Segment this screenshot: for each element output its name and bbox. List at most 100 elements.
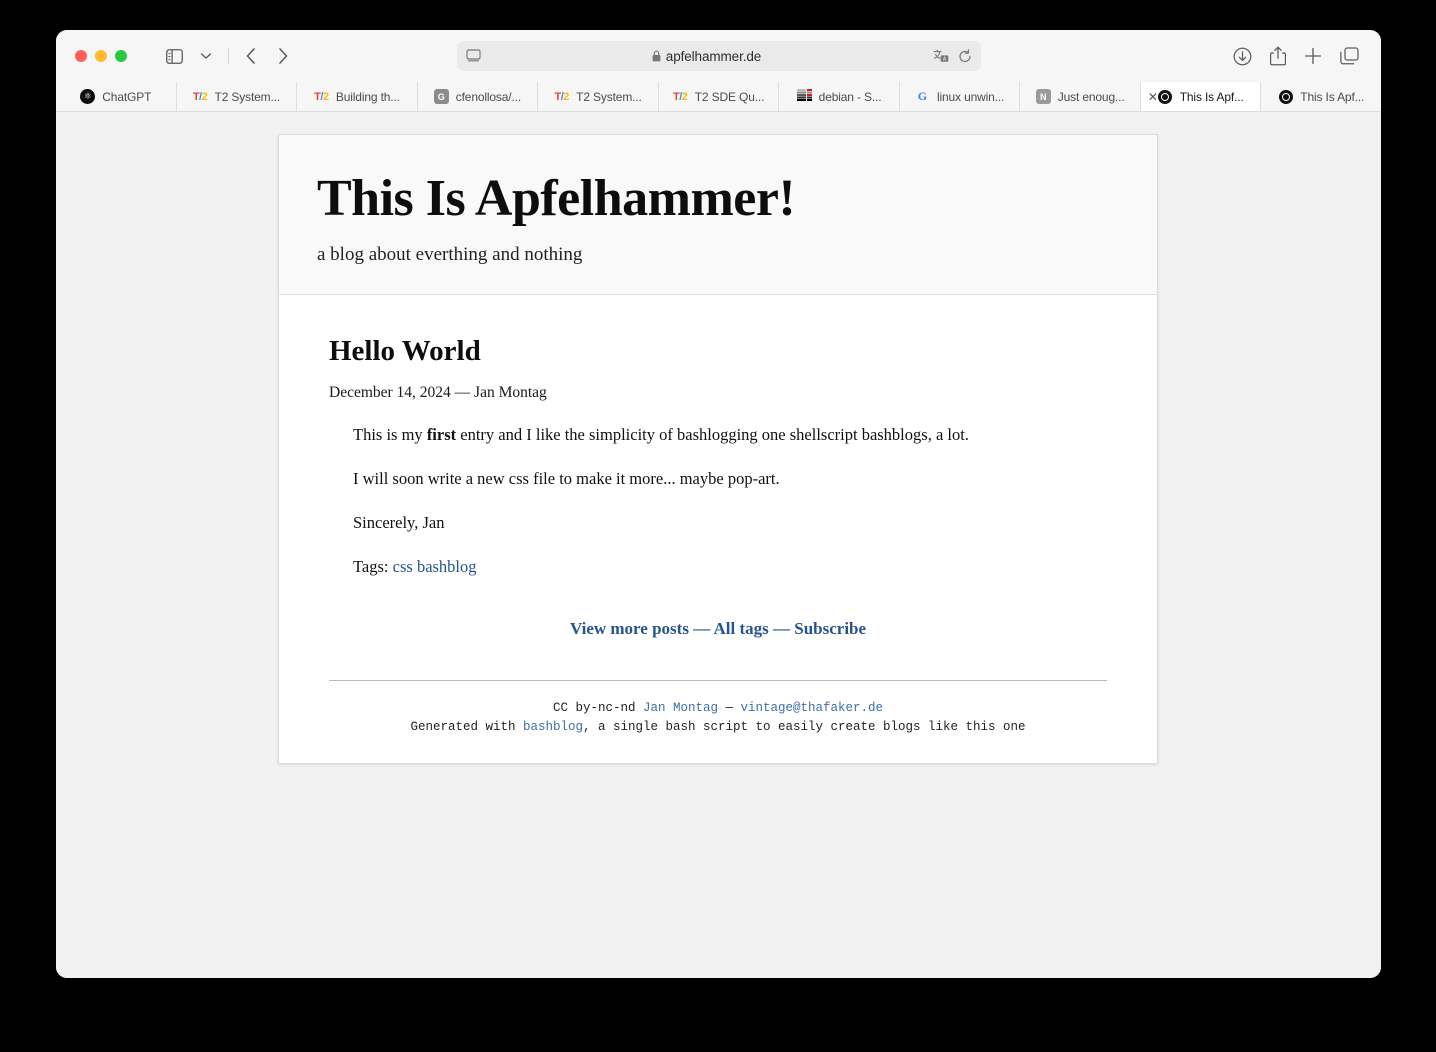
- tag-link-bashblog[interactable]: bashblog: [417, 557, 477, 576]
- page-viewport: This Is Apfelhammer! a blog about everth…: [56, 112, 1381, 978]
- blog-body: Hello World December 14, 2024 — Jan Mont…: [279, 295, 1157, 764]
- blog-footer: CC by-nc-nd Jan Montag — vintage@thafake…: [327, 681, 1109, 764]
- para1-post: entry and I like the simplicity of bashl…: [456, 424, 969, 444]
- tab-title: Just enoug...: [1057, 89, 1125, 104]
- browser-tab[interactable]: debian - S...: [779, 82, 900, 111]
- browser-tab[interactable]: This Is Apf...: [1261, 82, 1381, 111]
- back-button[interactable]: [236, 42, 266, 70]
- window-controls: [75, 50, 127, 62]
- tab-title: cfenollosa/...: [455, 89, 522, 104]
- forward-arrow-icon: [279, 48, 288, 64]
- tag-link-css[interactable]: css: [393, 557, 413, 576]
- url-display[interactable]: apfelhammer.de: [481, 49, 933, 64]
- tab-title: T2 System...: [214, 89, 281, 104]
- address-bar[interactable]: apfelhammer.de A: [456, 41, 981, 71]
- browser-tab[interactable]: Gcfenollosa/...: [418, 82, 539, 111]
- reader-view-icon: [465, 49, 481, 62]
- toolbar-divider: [228, 48, 229, 64]
- notion-favicon-icon: N: [1035, 89, 1051, 104]
- download-icon: [1233, 47, 1252, 65]
- t2-favicon-icon: T/2: [192, 90, 208, 103]
- sidebar-toggle-button[interactable]: [159, 42, 189, 70]
- browser-tab[interactable]: T/2 T2 SDE Qu...: [659, 82, 780, 111]
- tab-close-button[interactable]: ✕: [1148, 91, 1158, 103]
- post-tags: Tags: css bashblog: [353, 556, 1109, 578]
- apfelhammer-favicon-icon: [1158, 89, 1173, 104]
- browser-tab[interactable]: N Just enoug...: [1020, 82, 1141, 111]
- github-favicon-icon: G: [433, 89, 449, 104]
- browser-tab[interactable]: T/2 T2 System...: [538, 82, 659, 111]
- subscribe-link[interactable]: Subscribe: [794, 619, 866, 638]
- forward-button[interactable]: [268, 42, 298, 70]
- footer-dash: —: [717, 700, 741, 715]
- navigation-controls: [159, 42, 298, 70]
- post-paragraph-2: I will soon write a new css file to make…: [353, 468, 780, 488]
- tab-title: T2 SDE Qu...: [694, 89, 765, 104]
- sidebar-options-button[interactable]: [191, 42, 221, 70]
- post-navigation: View more posts — All tags — Subscribe: [327, 619, 1109, 639]
- blog-subtitle: a blog about everthing and nothing: [317, 243, 583, 265]
- translate-button[interactable]: A: [932, 49, 949, 63]
- toolbar-actions: [1233, 46, 1359, 66]
- tab-title: debian - S...: [818, 89, 882, 104]
- maximize-window-button[interactable]: [115, 50, 127, 62]
- url-text: apfelhammer.de: [665, 48, 762, 64]
- footer-generated-post: , a single bash script to easily create …: [582, 720, 1026, 735]
- blog-title: This Is Apfelhammer!: [317, 170, 796, 227]
- t2-favicon-icon: T/2: [554, 90, 569, 103]
- share-button[interactable]: [1270, 46, 1286, 66]
- minimize-window-button[interactable]: [95, 50, 107, 62]
- nav-separator-2: —: [768, 618, 795, 638]
- address-bar-actions: A: [932, 48, 972, 64]
- browser-tab[interactable]: ⚛ ChatGPT: [56, 82, 177, 111]
- google-favicon-icon: G: [917, 89, 928, 103]
- reader-view-button[interactable]: [465, 49, 481, 63]
- blog-header: This Is Apfelhammer! a blog about everth…: [279, 135, 1157, 295]
- footer-email-link[interactable]: vintage@thafaker.de: [741, 701, 884, 715]
- tab-title: This Is Apf...: [1300, 89, 1365, 104]
- nav-separator-1: —: [688, 618, 714, 638]
- tab-title: T2 System...: [576, 89, 642, 104]
- lock-icon: [652, 50, 661, 62]
- para1-bold: first: [426, 424, 457, 444]
- chatgpt-favicon-icon: ⚛: [80, 89, 96, 104]
- tags-label: Tags:: [353, 557, 393, 577]
- downloads-button[interactable]: [1233, 47, 1252, 66]
- bashblog-link[interactable]: bashblog: [523, 720, 583, 734]
- tab-overview-button[interactable]: [1340, 47, 1359, 65]
- footer-license: CC by-nc-nd: [552, 700, 643, 715]
- t2-favicon-icon: T/2: [673, 90, 688, 103]
- t2-favicon-icon: T/2: [314, 90, 329, 103]
- reload-button[interactable]: [958, 48, 972, 64]
- footer-generated-line: Generated with bashblog, a single bash s…: [327, 718, 1109, 737]
- new-tab-button[interactable]: [1304, 47, 1322, 65]
- post-meta: December 14, 2024 — Jan Montag: [329, 383, 547, 401]
- sidebar-icon: [165, 48, 183, 64]
- post-paragraph-3: Sincerely, Jan: [353, 513, 445, 533]
- share-icon: [1270, 46, 1286, 66]
- plus-icon: [1304, 47, 1322, 65]
- browser-window: apfelhammer.de A ⚛ ChatGPT T / 2 T2 Syst…: [56, 30, 1381, 978]
- tab-title: Building th...: [335, 89, 400, 104]
- browser-tab[interactable]: ✕ This Is Apf...: [1140, 82, 1262, 111]
- all-tags-link[interactable]: All tags: [714, 619, 769, 638]
- view-more-posts-link[interactable]: View more posts: [570, 619, 689, 638]
- para1-pre: This is my: [353, 424, 427, 444]
- tab-overview-icon: [1340, 47, 1359, 65]
- browser-tab[interactable]: Glinux unwin...: [900, 82, 1021, 111]
- reload-icon: [958, 48, 971, 62]
- back-arrow-icon: [246, 48, 255, 64]
- debian-favicon-icon: [796, 89, 812, 104]
- browser-tab[interactable]: T/2 T2 System...: [177, 82, 298, 111]
- post-title: Hello World: [329, 334, 481, 367]
- translate-icon: A: [932, 49, 948, 63]
- tab-bar: ⚛ ChatGPT T/2 T2 System... T/2 Building th...…: [56, 82, 1381, 112]
- footer-author-link[interactable]: Jan Montag: [643, 701, 718, 715]
- footer-license-line: CC by-nc-nd Jan Montag — vintage@thafake…: [327, 699, 1109, 718]
- browser-tab[interactable]: T/2 Building th...: [297, 82, 418, 111]
- close-window-button[interactable]: [75, 50, 87, 62]
- blog-card: This Is Apfelhammer! a blog about everth…: [278, 134, 1158, 765]
- footer-generated-pre: Generated with: [410, 720, 523, 735]
- tab-title: This Is Apf...: [1179, 89, 1244, 104]
- tab-title: linux unwin...: [936, 89, 1005, 104]
